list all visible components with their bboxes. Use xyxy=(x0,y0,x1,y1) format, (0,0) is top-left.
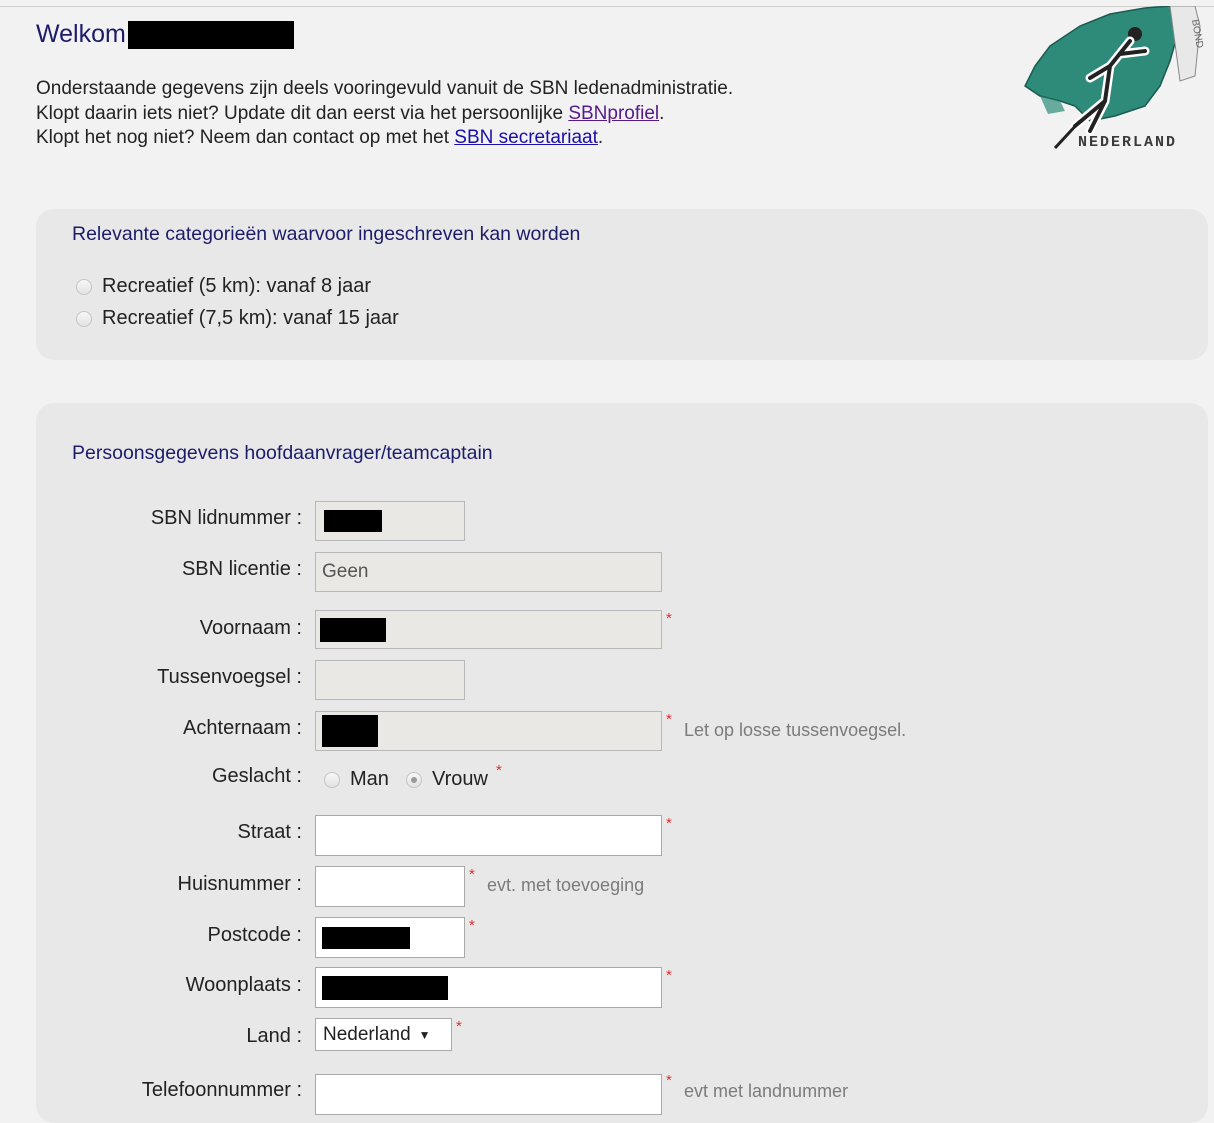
radio-man[interactable] xyxy=(324,771,340,788)
tussenvoegsel-label: Tussenvoegsel : xyxy=(157,666,302,688)
tussenvoegsel-field xyxy=(315,660,465,700)
welcome-heading: Welkom xyxy=(36,20,294,49)
category-5km-label: Recreatief (5 km): vanaf 8 jaar xyxy=(102,275,371,297)
straat-required: * xyxy=(666,815,672,832)
categories-panel: Relevante categorieën waarvoor ingeschre… xyxy=(36,209,1208,360)
category-option-5km[interactable]: Recreatief (5 km): vanaf 8 jaar xyxy=(76,275,371,298)
categories-title: Relevante categorieën waarvoor ingeschre… xyxy=(72,223,581,245)
radio-7-5km[interactable] xyxy=(76,310,92,327)
telefoon-hint: evt met landnummer xyxy=(684,1081,849,1101)
intro-line-2: Klopt daarin iets niet? Update dit dan e… xyxy=(36,102,733,127)
licentie-label: SBN licentie : xyxy=(181,558,302,580)
woonplaats-label: Woonplaats : xyxy=(185,974,302,996)
logo-text: NEDERLAND xyxy=(1078,134,1177,151)
postcode-required: * xyxy=(469,917,475,934)
achternaam-label: Achternaam : xyxy=(183,717,302,739)
intro-line-3-text: Klopt het nog niet? Neem dan contact op … xyxy=(36,127,455,148)
lidnummer-field xyxy=(315,501,465,541)
redacted-achternaam xyxy=(322,715,378,747)
intro-text: Onderstaande gegevens zijn deels vooring… xyxy=(36,77,733,151)
telefoon-required: * xyxy=(666,1072,672,1089)
postcode-label: Postcode : xyxy=(207,924,302,946)
intro-line-1: Onderstaande gegevens zijn deels vooring… xyxy=(36,78,734,99)
achternaam-field xyxy=(315,711,662,751)
gender-man-option[interactable]: Man xyxy=(324,768,389,791)
sbn-secretariaat-link[interactable]: SBN secretariaat xyxy=(454,127,598,148)
gender-vrouw-label: Vrouw xyxy=(432,768,488,790)
gender-man-label: Man xyxy=(350,768,389,790)
voornaam-required: * xyxy=(666,610,672,627)
redacted-lidnummer xyxy=(324,510,382,532)
intro-line-2-end: . xyxy=(659,102,665,124)
telefoon-input[interactable] xyxy=(315,1074,662,1115)
intro-line-3-end: . xyxy=(597,127,604,148)
land-select-value: Nederland xyxy=(323,1023,411,1045)
voornaam-field xyxy=(315,610,662,649)
woonplaats-input[interactable] xyxy=(315,967,662,1008)
radio-vrouw[interactable] xyxy=(406,771,422,788)
redacted-woonplaats xyxy=(322,975,448,1000)
geslacht-label: Geslacht : xyxy=(211,765,302,787)
huisnummer-label: Huisnummer : xyxy=(177,873,302,895)
straat-input[interactable] xyxy=(315,815,662,856)
intro-line-3: Klopt het nog niet? Neem dan contact op … xyxy=(36,126,733,151)
voornaam-label: Voornaam : xyxy=(199,617,302,639)
telefoon-label: Telefoonnummer : xyxy=(141,1079,302,1101)
sbnprofiel-link[interactable]: SBNprofiel xyxy=(568,103,659,124)
person-title: Persoonsgegevens hoofdaanvrager/teamcapt… xyxy=(72,442,493,464)
woonplaats-required: * xyxy=(666,967,672,984)
redacted-voornaam xyxy=(320,617,386,642)
land-select[interactable]: Nederland ▼ xyxy=(315,1018,452,1051)
chevron-down-icon: ▼ xyxy=(418,1027,431,1042)
welcome-text: Welkom xyxy=(36,20,126,48)
radio-5km[interactable] xyxy=(76,278,92,295)
huisnummer-input[interactable] xyxy=(315,866,465,907)
achternaam-hint: Let op losse tussenvoegsel. xyxy=(684,720,907,740)
land-required: * xyxy=(456,1018,462,1035)
redacted-postcode xyxy=(322,926,410,949)
geslacht-required: * xyxy=(496,762,502,779)
redacted-name xyxy=(127,20,294,49)
achternaam-required: * xyxy=(666,711,672,728)
licentie-field: Geen xyxy=(315,552,662,592)
intro-line-2-text: Klopt daarin iets niet? Update dit dan e… xyxy=(36,102,569,124)
category-option-7-5km[interactable]: Recreatief (7,5 km): vanaf 15 jaar xyxy=(76,307,399,330)
huisnummer-required: * xyxy=(469,866,475,883)
category-7-5km-label: Recreatief (7,5 km): vanaf 15 jaar xyxy=(102,307,399,329)
gender-vrouw-option[interactable]: Vrouw xyxy=(406,768,488,791)
postcode-input[interactable] xyxy=(315,917,465,958)
huisnummer-hint: evt. met toevoeging xyxy=(487,875,645,895)
land-label: Land : xyxy=(246,1025,302,1047)
sbn-logo: BOND NEDERLAND xyxy=(1024,6,1205,151)
straat-label: Straat : xyxy=(237,821,302,843)
lidnummer-label: SBN lidnummer : xyxy=(150,507,302,529)
